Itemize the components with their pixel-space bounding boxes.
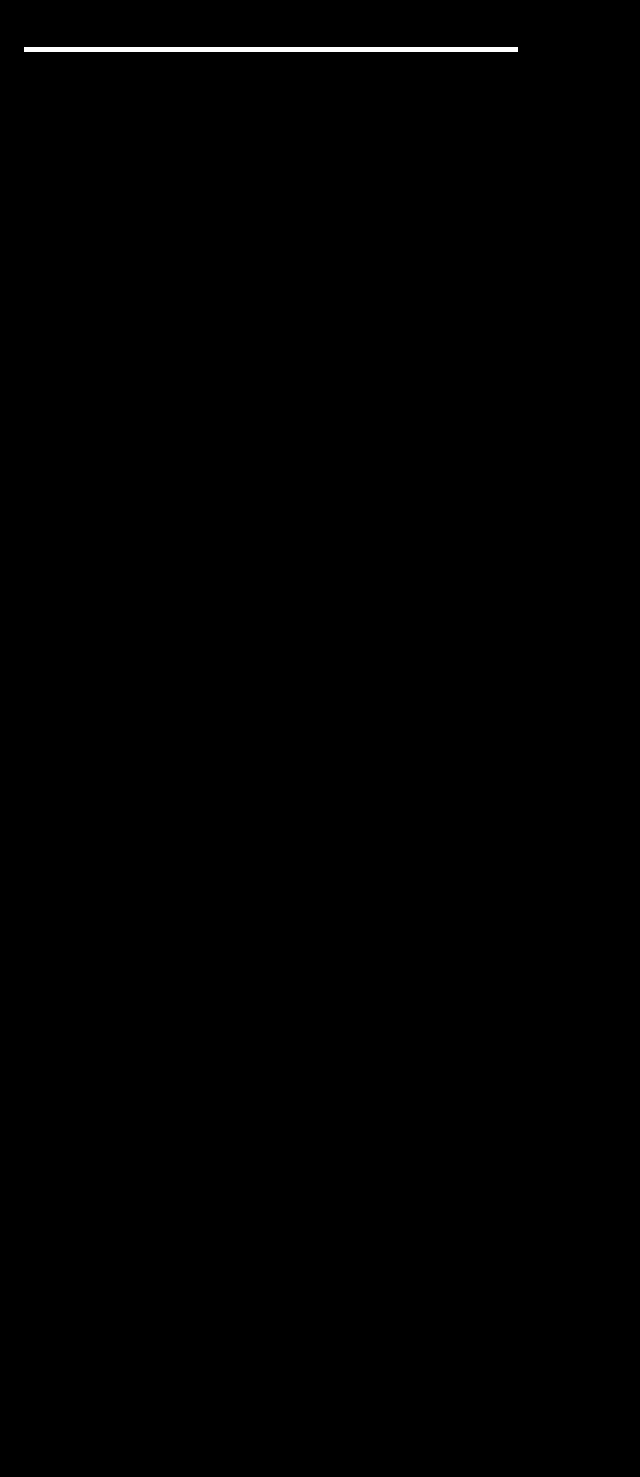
large-gaps-legend [8,1461,15,1474]
scale-sample-line-icon [437,1466,458,1470]
ruler-bar [24,47,518,52]
alignment-overview-canvas [0,0,640,1477]
